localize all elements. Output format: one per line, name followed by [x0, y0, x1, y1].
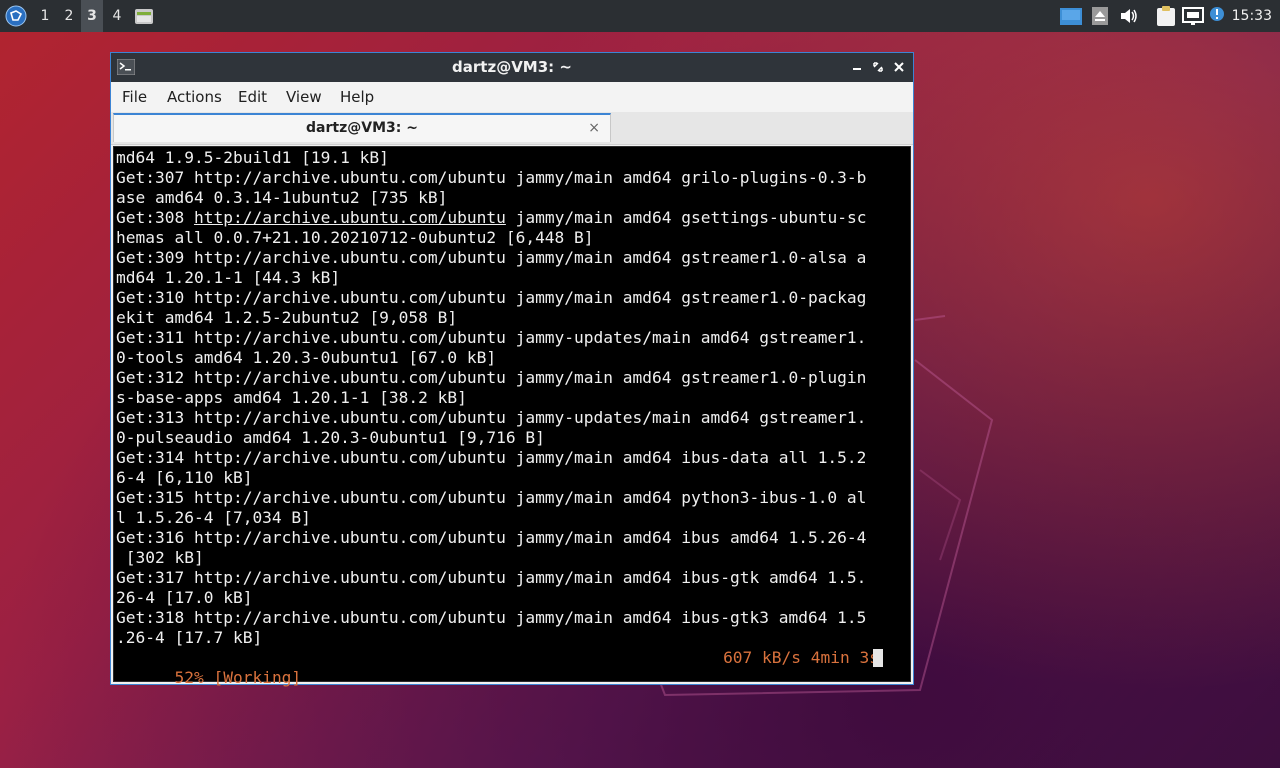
- progress-percent-text: 52% [Working]: [174, 668, 302, 687]
- tab-bar: dartz@VM3: ~ ×: [111, 112, 913, 145]
- terminal-line: 0-tools amd64 1.20.3-0ubuntu1 [67.0 kB]: [116, 348, 497, 367]
- network-icon[interactable]: [1182, 7, 1204, 29]
- terminal-line: Get:316 http://archive.ubuntu.com/ubuntu…: [116, 528, 867, 547]
- terminal-line: ase amd64 0.3.14-1ubuntu2 [735 kB]: [116, 188, 448, 207]
- window-titlebar[interactable]: dartz@VM3: ~: [111, 53, 913, 82]
- terminal-line: l 1.5.26-4 [7,034 B]: [116, 508, 311, 527]
- clipboard-icon[interactable]: [1156, 5, 1176, 31]
- minimize-button[interactable]: [847, 53, 867, 82]
- menu-bar: File Actions Edit View Help: [111, 82, 913, 112]
- terminal-line: ekit amd64 1.2.5-2ubuntu2 [9,058 B]: [116, 308, 458, 327]
- terminal-line: Get:315 http://archive.ubuntu.com/ubuntu…: [116, 488, 867, 507]
- terminal-line: Get:317 http://archive.ubuntu.com/ubuntu…: [116, 568, 867, 587]
- terminal-line: Get:318 http://archive.ubuntu.com/ubuntu…: [116, 608, 867, 627]
- close-button[interactable]: [889, 53, 909, 82]
- terminal-line: md64 1.9.5-2build1 [19.1 kB]: [116, 148, 389, 167]
- menu-help[interactable]: Help: [340, 82, 374, 112]
- terminal-line: [302 kB]: [116, 548, 204, 567]
- workspace-2-button[interactable]: 2: [58, 0, 80, 32]
- terminal-line: md64 1.20.1-1 [44.3 kB]: [116, 268, 341, 287]
- show-desktop-icon[interactable]: [134, 6, 154, 26]
- terminal-line-suffix: jammy/main amd64 gsettings-ubuntu-sc: [505, 208, 867, 227]
- terminal-line-prefix: Get:308: [116, 208, 194, 227]
- download-rate-text: 607 kB/s 4min 3s: [723, 648, 879, 667]
- terminal-line: Get:307 http://archive.ubuntu.com/ubuntu…: [116, 168, 867, 187]
- workspace-4-button[interactable]: 4: [106, 0, 128, 32]
- terminal-window: dartz@VM3: ~ File Actions Edit View Help…: [110, 52, 914, 687]
- terminal-url-link[interactable]: http://archive.ubuntu.com/ubuntu: [194, 208, 506, 227]
- volume-icon[interactable]: [1120, 8, 1138, 28]
- menu-view[interactable]: View: [286, 82, 322, 112]
- terminal-line: Get:309 http://archive.ubuntu.com/ubuntu…: [116, 248, 867, 267]
- terminal-cursor: [873, 649, 883, 667]
- terminal-line: Get:312 http://archive.ubuntu.com/ubuntu…: [116, 368, 867, 387]
- apt-progress-status: 52% [Working] 607 kB/s 4min 3s: [116, 648, 886, 687]
- workspace-1-button[interactable]: 1: [34, 0, 56, 32]
- menu-edit[interactable]: Edit: [238, 82, 267, 112]
- terminal-line: hemas all 0.0.7+21.10.20210712-0ubuntu2 …: [116, 228, 594, 247]
- maximize-button[interactable]: [868, 53, 888, 82]
- menu-file[interactable]: File: [122, 82, 147, 112]
- eject-icon[interactable]: [1092, 7, 1108, 29]
- tab-close-icon[interactable]: ×: [588, 115, 600, 142]
- notification-icon[interactable]: [1209, 6, 1225, 26]
- terminal-line: 26-4 [17.0 kB]: [116, 588, 253, 607]
- window-tray-icon[interactable]: [1060, 8, 1082, 29]
- terminal-line: Get:308 http://archive.ubuntu.com/ubuntu…: [116, 208, 866, 228]
- terminal-line: s-base-apps amd64 1.20.1-1 [38.2 kB]: [116, 388, 467, 407]
- terminal-line: 6-4 [6,110 kB]: [116, 468, 253, 487]
- app-menu-icon[interactable]: [5, 5, 27, 27]
- workspace-3-button[interactable]: 3: [81, 0, 103, 32]
- tab-label: dartz@VM3: ~: [306, 120, 418, 136]
- terminal-line: Get:311 http://archive.ubuntu.com/ubuntu…: [116, 328, 867, 347]
- terminal-tab[interactable]: dartz@VM3: ~ ×: [113, 113, 611, 142]
- terminal-line: Get:313 http://archive.ubuntu.com/ubuntu…: [116, 408, 867, 427]
- window-title: dartz@VM3: ~: [452, 58, 572, 76]
- top-panel: 1 2 3 4 15:33: [0, 0, 1280, 32]
- terminal-output[interactable]: md64 1.9.5-2build1 [19.1 kB] Get:307 htt…: [113, 146, 911, 687]
- terminal-line: 0-pulseaudio amd64 1.20.3-0ubuntu1 [9,71…: [116, 428, 545, 447]
- menu-actions[interactable]: Actions: [167, 82, 222, 112]
- panel-clock[interactable]: 15:33: [1232, 0, 1272, 32]
- terminal-line: Get:310 http://archive.ubuntu.com/ubuntu…: [116, 288, 867, 307]
- terminal-line: .26-4 [17.7 kB]: [116, 628, 263, 647]
- terminal-line: Get:314 http://archive.ubuntu.com/ubuntu…: [116, 448, 867, 467]
